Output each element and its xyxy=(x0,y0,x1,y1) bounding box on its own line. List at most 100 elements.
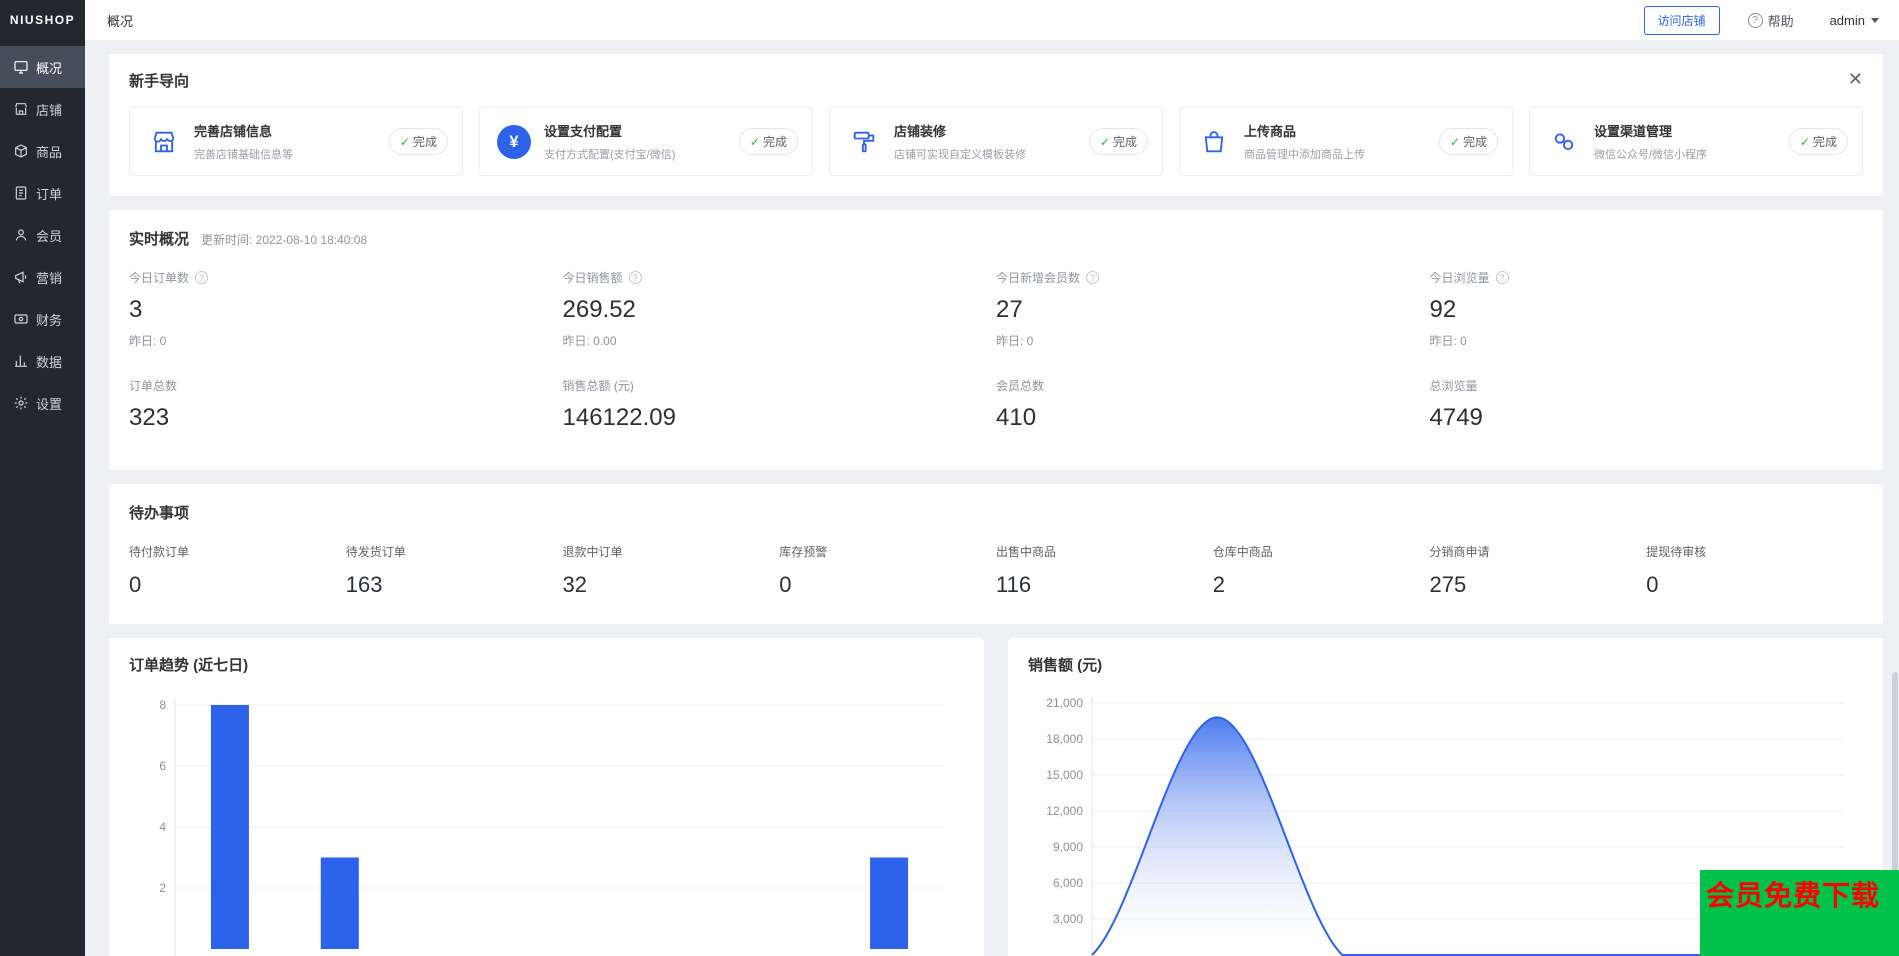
check-icon: ✓ xyxy=(1099,134,1110,149)
svg-text:21,000: 21,000 xyxy=(1046,696,1083,710)
member-download-watermark: 会员免费下载 xyxy=(1700,870,1899,956)
storefront-icon xyxy=(144,122,184,162)
decorate-icon xyxy=(844,122,884,162)
todo-item-pending-payment[interactable]: 待付款订单 0 xyxy=(129,543,346,598)
guide-card-upload-goods[interactable]: 上传商品 商品管理中添加商品上传 ✓ 完成 xyxy=(1179,107,1513,176)
sidebar-item-shop[interactable]: 店铺 xyxy=(0,88,85,130)
check-icon: ✓ xyxy=(399,134,410,149)
question-icon[interactable]: ? xyxy=(1495,271,1509,284)
guide-done-button[interactable]: ✓ 完成 xyxy=(1438,128,1498,155)
sidebar-item-overview[interactable]: 概况 xyxy=(0,46,85,88)
members-icon xyxy=(13,227,29,243)
topbar: 概况 访问店铺 ? 帮助 admin xyxy=(85,0,1899,40)
stat-yesterday: 昨日: 0.00 xyxy=(562,334,617,348)
todo-item-refunding[interactable]: 退款中订单 32 xyxy=(563,543,780,598)
guide-card-payment[interactable]: ¥ 设置支付配置 支付方式配置(支付宝/微信) ✓ 完成 xyxy=(479,107,813,176)
orders-icon xyxy=(13,185,29,201)
update-time: 更新时间: 2022-08-10 18:40:08 xyxy=(201,233,368,247)
help-icon: ? xyxy=(1747,12,1763,28)
svg-text:15,000: 15,000 xyxy=(1046,768,1083,782)
sidebar-item-data[interactable]: 数据 xyxy=(0,340,85,382)
stat-today-sales: 今日销售额? 269.52 昨日: 0.00 xyxy=(563,269,997,349)
guide-done-button[interactable]: ✓ 完成 xyxy=(388,128,448,155)
guide-done-button[interactable]: ✓ 完成 xyxy=(1788,128,1848,155)
todo-item-on-sale[interactable]: 出售中商品 116 xyxy=(996,543,1213,598)
question-icon[interactable]: ? xyxy=(1086,271,1100,284)
sidebar-item-label: 概况 xyxy=(36,60,63,76)
check-icon: ✓ xyxy=(1449,134,1460,149)
stat-label: 今日新增会员数 xyxy=(996,271,1081,285)
sidebar: NIUSHOP 概况 店铺 商品 订单 会员 营销 财务 数据 设置 xyxy=(0,0,85,956)
sidebar-item-label: 订单 xyxy=(36,186,63,202)
guide-card-decorate[interactable]: 店铺装修 店铺可实现自定义模板装修 ✓ 完成 xyxy=(829,107,1163,176)
todo-item-stock-warning[interactable]: 库存预警 0 xyxy=(779,543,996,598)
finance-icon xyxy=(13,311,29,327)
order-trend-card: 订单趋势 (近七日) 8 6 4 2 xyxy=(109,638,984,956)
svg-text:8: 8 xyxy=(159,698,166,712)
stat-label: 今日浏览量 xyxy=(1429,271,1490,285)
guide-card-desc: 微信公众号/微信小程序 xyxy=(1594,149,1708,161)
app-logo: NIUSHOP xyxy=(9,13,76,27)
svg-text:6: 6 xyxy=(159,759,166,773)
channel-icon xyxy=(1544,122,1584,162)
help-label: 帮助 xyxy=(1767,13,1794,29)
sidebar-item-orders[interactable]: 订单 xyxy=(0,172,85,214)
todo-item-distributor-apply[interactable]: 分销商申请 275 xyxy=(1430,543,1647,598)
stat-value: 269.52 xyxy=(562,296,636,323)
question-icon[interactable]: ? xyxy=(628,271,642,284)
sidebar-item-settings[interactable]: 设置 xyxy=(0,382,85,424)
todo-card: 待办事项 待付款订单 0 待发货订单 163 退款中订单 32 库存预警 0 出… xyxy=(109,484,1883,624)
guide-card-desc: 完善店铺基础信息等 xyxy=(194,149,293,161)
check-icon: ✓ xyxy=(749,134,760,149)
sidebar-item-label: 商品 xyxy=(36,144,63,160)
stat-label: 总浏览量 xyxy=(1429,379,1478,393)
goods-icon xyxy=(13,143,29,159)
svg-text:9,000: 9,000 xyxy=(1053,840,1083,854)
sidebar-item-members[interactable]: 会员 xyxy=(0,214,85,256)
order-trend-chart: 8 6 4 2 xyxy=(159,698,944,956)
stat-label: 今日订单数 xyxy=(129,271,190,285)
sidebar-item-marketing[interactable]: 营销 xyxy=(0,256,85,298)
user-dropdown[interactable]: admin xyxy=(1830,13,1879,28)
stat-yesterday: 昨日: 0 xyxy=(996,334,1034,348)
stat-value: 410 xyxy=(996,404,1037,431)
stat-value: 146122.09 xyxy=(562,404,676,431)
guide-card-channel[interactable]: 设置渠道管理 微信公众号/微信小程序 ✓ 完成 xyxy=(1529,107,1863,176)
guide-card-title: 完善店铺信息 xyxy=(194,124,273,139)
stat-value: 92 xyxy=(1429,296,1457,323)
sidebar-item-label: 财务 xyxy=(36,312,63,328)
stat-label: 销售总额 (元) xyxy=(562,379,634,393)
guide-card-desc: 支付方式配置(支付宝/微信) xyxy=(544,149,676,161)
todo-item-pending-shipment[interactable]: 待发货订单 163 xyxy=(346,543,563,598)
guide-card-title: 设置支付配置 xyxy=(544,124,623,139)
stat-label: 订单总数 xyxy=(129,379,178,393)
todo-item-in-warehouse[interactable]: 仓库中商品 2 xyxy=(1213,543,1430,598)
stat-yesterday: 昨日: 0 xyxy=(1429,334,1467,348)
stat-total-sales: 销售总额 (元) 146122.09 xyxy=(563,377,997,440)
todo-title: 待办事项 xyxy=(129,505,190,522)
watermark-text: 会员免费下载 xyxy=(1706,880,1881,911)
question-icon[interactable]: ? xyxy=(195,271,209,284)
realtime-overview-card: 实时概况 更新时间: 2022-08-10 18:40:08 今日订单数? 3 … xyxy=(109,210,1883,470)
stat-value: 27 xyxy=(996,296,1023,323)
todo-item-withdraw-review[interactable]: 提现待审核 0 xyxy=(1646,543,1863,598)
upload-goods-icon xyxy=(1194,122,1234,162)
guide-card-shop-info[interactable]: 完善店铺信息 完善店铺基础信息等 ✓ 完成 xyxy=(129,107,463,176)
help-menu[interactable]: ? 帮助 xyxy=(1747,11,1794,30)
overview-icon xyxy=(13,59,29,75)
stat-today-new-members: 今日新增会员数? 27 昨日: 0 xyxy=(996,269,1430,349)
close-icon[interactable]: ✕ xyxy=(1848,70,1863,88)
stat-total-views: 总浏览量 4749 xyxy=(1430,377,1864,440)
newbie-guide-card: 新手导向 ✕ 完善店铺信息 完善店铺基础信息等 ✓完成 ¥ 设置支付配置 支付 xyxy=(109,54,1883,196)
visit-shop-button[interactable]: 访问店铺 xyxy=(1643,5,1720,35)
sidebar-item-label: 会员 xyxy=(36,228,63,244)
settings-icon xyxy=(13,395,29,411)
realtime-title: 实时概况 xyxy=(129,231,190,248)
stat-today-orders: 今日订单数? 3 昨日: 0 xyxy=(129,269,563,349)
guide-card-title: 店铺装修 xyxy=(894,124,947,139)
svg-text:6,000: 6,000 xyxy=(1053,876,1083,890)
guide-done-button[interactable]: ✓ 完成 xyxy=(1088,128,1148,155)
sidebar-item-finance[interactable]: 财务 xyxy=(0,298,85,340)
sidebar-item-goods[interactable]: 商品 xyxy=(0,130,85,172)
guide-done-button[interactable]: ✓ 完成 xyxy=(738,128,798,155)
